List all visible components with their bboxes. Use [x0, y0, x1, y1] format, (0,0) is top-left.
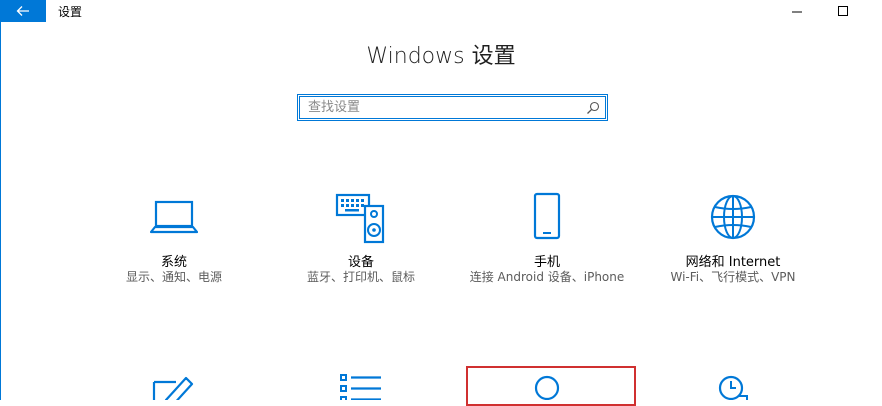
- tile-system[interactable]: 系统 显示、通知、电源: [88, 192, 260, 322]
- keyboard-speaker-icon: [335, 193, 385, 244]
- tile-network[interactable]: 网络和 Internet Wi-Fi、飞行模式、VPN: [647, 192, 819, 322]
- highlight-box: [466, 366, 636, 406]
- maximize-icon: [838, 6, 848, 16]
- page-title: Windows 设置: [366, 44, 516, 69]
- apps-list-icon: [340, 374, 381, 400]
- laptop-icon: [150, 200, 198, 234]
- minimize-icon: [792, 11, 802, 13]
- window-left-border: [0, 22, 1, 400]
- tile-name: 设备: [347, 255, 374, 270]
- tile-time-language[interactable]: [647, 370, 819, 400]
- phone-icon: [533, 192, 561, 240]
- tile-apps[interactable]: [275, 370, 447, 400]
- tile-name: 网络和 Internet: [685, 255, 781, 270]
- tile-name: 手机: [533, 255, 560, 270]
- tile-devices[interactable]: 设备 蓝牙、打印机、鼠标: [275, 192, 447, 322]
- title-bar: 设置: [0, 0, 882, 22]
- maximize-button[interactable]: [820, 0, 866, 22]
- window-title: 设置: [58, 5, 83, 19]
- tile-desc: 蓝牙、打印机、鼠标: [306, 270, 415, 284]
- back-button[interactable]: [0, 0, 46, 22]
- personalization-icon: [152, 376, 194, 400]
- time-language-icon: [718, 375, 748, 400]
- tile-name: 系统: [160, 255, 187, 270]
- search-input[interactable]: [298, 95, 607, 120]
- tile-desc: Wi-Fi、飞行模式、VPN: [670, 270, 796, 284]
- globe-icon: [710, 194, 756, 240]
- minimize-button[interactable]: [774, 0, 820, 22]
- tile-phone[interactable]: 手机 连接 Android 设备、iPhone: [461, 192, 633, 322]
- tile-desc: 连接 Android 设备、iPhone: [469, 270, 625, 284]
- search-box[interactable]: [297, 94, 608, 121]
- search-icon[interactable]: [586, 101, 600, 115]
- tile-desc: 显示、通知、电源: [125, 270, 222, 284]
- tile-personalization[interactable]: [88, 370, 260, 400]
- arrow-left-icon: [16, 6, 29, 16]
